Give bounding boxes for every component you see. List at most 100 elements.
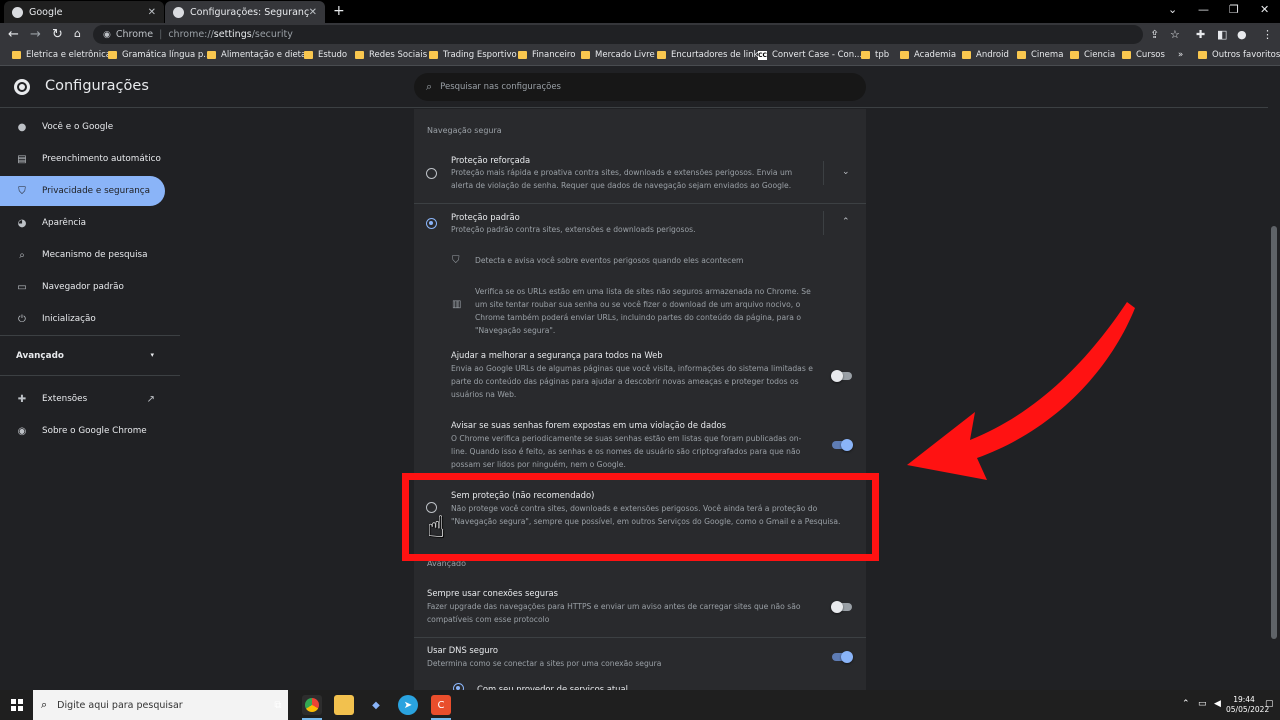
radio-standard[interactable] xyxy=(426,218,437,229)
sidebar-item-extensions[interactable]: ✚ Extensões ↗ xyxy=(0,384,165,414)
sidebar-item-privacy[interactable]: ⛉ Privacidade e segurança xyxy=(0,176,165,206)
option-desc: Fazer upgrade das navegações para HTTPS … xyxy=(427,602,801,624)
folder-icon xyxy=(429,51,438,59)
windows-start-icon[interactable] xyxy=(11,699,23,711)
bookmark-folder[interactable]: Gramática língua p... xyxy=(108,50,211,60)
sidebar-item-appearance[interactable]: ◕ Aparência xyxy=(0,208,165,238)
reload-icon[interactable]: ↻ xyxy=(52,27,63,42)
option-title: Ajudar a melhorar a segurança para todos… xyxy=(451,350,663,360)
extensions-icon[interactable]: ✚ xyxy=(1196,28,1205,41)
scrollbar[interactable] xyxy=(1268,98,1280,690)
sidebar-item-about[interactable]: ◉ Sobre o Google Chrome xyxy=(0,416,165,446)
sidebar-item-startup[interactable]: ⏻ Inicialização xyxy=(0,304,165,334)
network-icon[interactable]: ▭ xyxy=(1198,699,1207,709)
toggle-password-alert[interactable] xyxy=(832,439,853,451)
bookmark-folder[interactable]: Alimentação e dieta xyxy=(207,50,306,60)
tab-google[interactable]: Google ✕ xyxy=(4,1,164,23)
bookmark-folder[interactable]: Ciencia xyxy=(1070,50,1115,60)
divider xyxy=(0,335,180,336)
radio-enhanced[interactable] xyxy=(426,168,437,179)
share-icon[interactable]: ⇪ xyxy=(1150,28,1159,41)
back-icon[interactable]: ← xyxy=(8,27,19,42)
sidebar-item-autofill[interactable]: ▤ Preenchimento automático xyxy=(0,144,165,174)
bookmark-folder[interactable]: Financeiro xyxy=(518,50,575,60)
divider xyxy=(823,161,824,185)
tab-search-icon[interactable]: ⌄ xyxy=(1168,3,1177,16)
side-panel-icon[interactable]: ◧ xyxy=(1217,28,1227,41)
toggle-https[interactable] xyxy=(831,601,852,613)
hand-cursor-icon: ☝ xyxy=(427,510,446,545)
folder-icon xyxy=(108,51,117,59)
telegram-icon[interactable]: ➤ xyxy=(398,695,418,715)
chrome-icon: ◉ xyxy=(103,29,111,40)
chevron-up-icon[interactable]: ⌃ xyxy=(1182,699,1190,709)
forward-icon[interactable]: → xyxy=(30,27,41,42)
bookmark-folder[interactable]: Android xyxy=(962,50,1009,60)
bookmark-folder[interactable]: Estudo xyxy=(304,50,347,60)
close-icon[interactable]: ✕ xyxy=(309,7,317,18)
search-icon: ⌕ xyxy=(426,80,433,93)
bookmark-link[interactable]: CC Convert Case - Con... xyxy=(758,50,862,60)
bookmark-folder[interactable]: Mercado Livre xyxy=(581,50,655,60)
option-title: Avisar se suas senhas forem expostas em … xyxy=(451,420,726,430)
notes-app-icon[interactable]: ◆ xyxy=(366,695,386,715)
site-label: Chrome xyxy=(115,29,154,40)
chevron-up-icon[interactable]: ⌃ xyxy=(842,217,850,227)
scrollbar-thumb[interactable] xyxy=(1271,226,1277,639)
settings-search[interactable]: ⌕ xyxy=(414,73,866,101)
menu-icon[interactable]: ⋮ xyxy=(1262,28,1273,41)
volume-icon[interactable]: ◀ xyxy=(1214,699,1221,709)
highlight-box xyxy=(402,473,879,561)
google-icon xyxy=(12,6,23,18)
close-icon[interactable]: ✕ xyxy=(148,7,156,18)
bookmark-folder[interactable]: Cursos xyxy=(1122,50,1165,60)
open-external-icon: ↗ xyxy=(146,393,155,405)
address-bar[interactable]: ◉ Chrome | chrome://settings/security xyxy=(93,25,1143,44)
system-clock[interactable]: 19:44 05/05/2022 xyxy=(1226,695,1269,715)
folder-icon xyxy=(1070,51,1079,59)
convert-case-icon: CC xyxy=(758,50,767,60)
notification-icon[interactable]: ▢ xyxy=(1265,699,1274,709)
new-tab-button[interactable]: + xyxy=(333,3,345,19)
sidebar-advanced[interactable]: Avançado ▾ xyxy=(16,351,154,361)
bookmark-folder[interactable]: Trading Esportivo xyxy=(429,50,517,60)
bookmark-folder[interactable]: Eletrica e eletrônica xyxy=(12,50,111,60)
tab-settings[interactable]: Configurações: Segurança ✕ xyxy=(165,1,325,23)
tab-title: Configurações: Segurança xyxy=(190,6,309,18)
section-title: Navegação segura xyxy=(427,126,502,135)
bookmarks-overflow[interactable]: » xyxy=(1178,50,1183,60)
other-bookmarks[interactable]: Outros favoritos xyxy=(1198,50,1280,60)
taskbar-search[interactable]: ⌕ Digite aqui para pesquisar xyxy=(33,690,288,720)
toggle-dns[interactable] xyxy=(832,651,853,663)
search-input[interactable] xyxy=(440,82,841,92)
toggle-help-improve[interactable] xyxy=(831,370,852,382)
divider: | xyxy=(159,29,163,40)
chrome-taskbar-icon[interactable] xyxy=(302,695,322,720)
window-close-icon[interactable]: ✕ xyxy=(1260,3,1269,16)
detail-text: Detecta e avisa você sobre eventos perig… xyxy=(475,256,744,265)
avatar[interactable]: ● xyxy=(1237,28,1247,41)
bookmark-folder[interactable]: tpb xyxy=(861,50,889,60)
task-view-icon[interactable]: ⧉ xyxy=(268,695,288,715)
star-icon[interactable]: ☆ xyxy=(1170,28,1180,41)
bookmark-folder[interactable]: Academia xyxy=(900,50,956,60)
taskbar-search-placeholder: Digite aqui para pesquisar xyxy=(57,699,183,711)
bookmark-folder[interactable]: Encurtadores de links xyxy=(657,50,763,60)
restore-icon[interactable]: ❐ xyxy=(1229,3,1239,16)
shield-icon: ⛉ xyxy=(452,255,460,266)
minimize-icon[interactable]: — xyxy=(1198,3,1209,16)
file-explorer-icon[interactable] xyxy=(334,695,354,715)
option-title: Sempre usar conexões seguras xyxy=(427,588,559,598)
chevron-down-icon[interactable]: ⌄ xyxy=(842,167,850,177)
home-icon[interactable]: ⌂ xyxy=(74,27,81,40)
app-icon[interactable]: C xyxy=(431,695,451,720)
option-title: Proteção reforçada xyxy=(451,155,531,165)
chrome-logo-icon xyxy=(14,79,30,95)
folder-icon xyxy=(1017,51,1026,59)
bookmark-folder[interactable]: Cinema xyxy=(1017,50,1063,60)
sidebar-item-search-engine[interactable]: ⌕ Mecanismo de pesquisa xyxy=(0,240,165,270)
sidebar-item-default-browser[interactable]: ▭ Navegador padrão xyxy=(0,272,165,302)
option-desc: Determina como se conectar a sites por u… xyxy=(427,659,662,668)
bookmark-folder[interactable]: Redes Sociais xyxy=(355,50,427,60)
sidebar-item-you-and-google[interactable]: ● Você e o Google xyxy=(0,112,165,142)
